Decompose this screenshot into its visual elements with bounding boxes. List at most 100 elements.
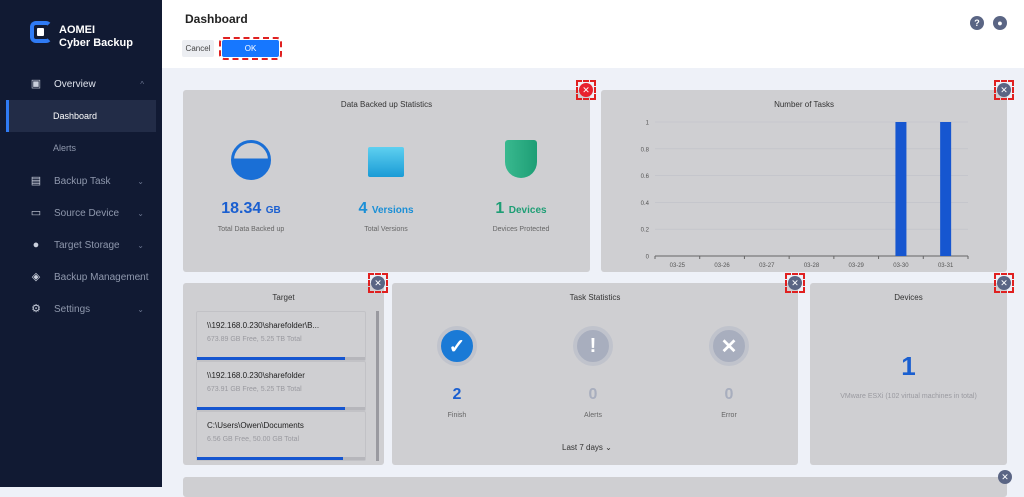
unit: GB: [265, 205, 281, 216]
target-item[interactable]: C:\Users\Owen\Documents 6.56 GB Free, 50.…: [196, 411, 366, 461]
label: Source Device: [54, 207, 120, 219]
devices-label: Devices Protected: [492, 226, 550, 233]
layers-icon: ◈: [31, 271, 41, 283]
y-tick-label: 0.4: [641, 201, 650, 207]
label: Backup Management: [54, 271, 149, 283]
monitor-icon: ▭: [30, 207, 42, 219]
range-label: Last 7 days: [562, 443, 603, 452]
sidebar-item-source-device[interactable]: ▭ Source Device ⌄: [0, 197, 162, 229]
versions-label: Total Versions: [364, 226, 408, 233]
finish-value: 2: [452, 386, 462, 403]
usage-bar: [197, 457, 365, 460]
card-title: Data Backed up Statistics: [340, 100, 433, 109]
error-value: 0: [724, 386, 734, 403]
y-tick-label: 0: [646, 255, 650, 261]
data-backed-up-card: Data Backed up Statistics 18.34 GB Total…: [183, 90, 590, 272]
y-tick-label: 1: [646, 121, 650, 127]
number-of-tasks-card: Number of Tasks 0 0.2 0.4 0.6 0.8 1 03-25 03-26…: [601, 90, 1007, 272]
x-tick-label: 03-27: [759, 263, 775, 269]
usage-fill: [197, 407, 345, 410]
sidebar-item-overview[interactable]: ▣ Overview ^: [0, 68, 162, 100]
scrollbar[interactable]: [376, 311, 379, 461]
label: Settings: [54, 303, 91, 315]
brand-line2: Cyber Backup: [59, 37, 133, 49]
user-icon[interactable]: ●: [993, 16, 1007, 30]
close-icon: ✕: [371, 276, 385, 290]
unit: Versions: [371, 205, 414, 216]
sidebar-item-settings[interactable]: ⚙ Settings ⌄: [0, 293, 162, 325]
target-card: Target \\192.168.0.230\sharefolder\B... 6…: [183, 283, 384, 465]
header: Dashboard Cancel OK ? ●: [162, 0, 1024, 68]
brand: AOMEI Cyber Backup: [59, 24, 133, 50]
logo-icon: [30, 21, 52, 43]
remove-widget-button[interactable]: ✕: [785, 273, 805, 293]
remove-widget-button[interactable]: ✕: [994, 80, 1014, 100]
close-icon[interactable]: ✕: [998, 470, 1012, 484]
sidebar-item-target-storage[interactable]: ● Target Storage ⌄: [0, 229, 162, 261]
help-icon[interactable]: ?: [970, 16, 984, 30]
chevron-down-icon: ⌄: [137, 240, 144, 250]
alerts-label: Alerts: [584, 412, 602, 419]
finish-label: Finish: [447, 412, 467, 419]
alerts-value: 0: [588, 386, 598, 403]
x-tick-label: 03-25: [670, 263, 686, 269]
versions-icon: [368, 147, 404, 177]
remove-widget-button[interactable]: ✕: [576, 80, 596, 100]
range-dropdown[interactable]: Last 7 days ⌄: [562, 443, 612, 452]
label: Backup Task: [54, 175, 111, 187]
shield-icon: [505, 140, 537, 178]
check-icon: ✓: [437, 326, 477, 366]
target-size: 673.91 GB Free, 5.25 TB Total: [207, 386, 302, 393]
bar: [940, 122, 952, 256]
tasks-bar-chart: 0 0.2 0.4 0.6 0.8 1 03-25 03-26 03-27 03-28 03-29 0…: [641, 121, 969, 269]
close-icon: ✕: [997, 83, 1011, 97]
location-pin-icon: ●: [32, 239, 40, 251]
devices-count: 1: [901, 351, 916, 381]
sidebar-item-backup-task[interactable]: ▤ Backup Task ⌄: [0, 165, 162, 197]
close-icon: ✕: [997, 276, 1011, 290]
sidebar: AOMEI Cyber Backup ▣ Overview ^ Dashboard A…: [0, 0, 162, 487]
x-tick-label: 03-29: [849, 263, 865, 269]
gear-icon: ⚙: [31, 303, 41, 315]
target-path: \\192.168.0.230\sharefolder: [207, 371, 305, 380]
clipboard-icon: ▤: [30, 175, 42, 187]
value: 18.34: [221, 200, 262, 217]
target-size: 673.89 GB Free, 5.25 TB Total: [207, 336, 302, 343]
versions-value: 4 Versions: [336, 200, 436, 218]
cancel-button[interactable]: Cancel: [182, 40, 214, 57]
x-tick-label: 03-28: [804, 263, 820, 269]
chevron-down-icon: ⌄: [137, 304, 144, 314]
remove-widget-button[interactable]: ✕: [994, 273, 1014, 293]
unit: Devices: [508, 205, 547, 216]
x-tick-label: 03-30: [893, 263, 909, 269]
target-path: \\192.168.0.230\sharefolder\B...: [207, 321, 320, 330]
sidebar-item-backup-management[interactable]: ◈ Backup Management ⌄: [0, 261, 162, 293]
target-item[interactable]: \\192.168.0.230\sharefolder\B... 673.89 G…: [196, 311, 366, 361]
target-path: C:\Users\Owen\Documents: [207, 421, 304, 430]
chevron-up-icon: ^: [140, 79, 144, 89]
devices-description: VMware ESXi (102 virtual machines in tot…: [840, 393, 977, 400]
remove-widget-button[interactable]: ✕: [368, 273, 388, 293]
bottom-card: [183, 477, 1007, 497]
chevron-down-icon: ⌄: [137, 208, 144, 218]
x-tick-label: 03-26: [714, 263, 730, 269]
ok-button[interactable]: OK: [219, 37, 282, 60]
bar: [895, 122, 907, 256]
value: 1: [495, 200, 505, 217]
alert-icon: !: [573, 326, 613, 366]
sidebar-item-alerts[interactable]: Alerts: [6, 132, 156, 164]
target-item[interactable]: \\192.168.0.230\sharefolder 673.91 GB Fre…: [196, 361, 366, 411]
x-tick-label: 03-31: [938, 263, 954, 269]
value: 4: [358, 200, 368, 217]
overview-icon: ▣: [30, 78, 42, 90]
card-title: Devices: [894, 293, 923, 302]
brand-line1: AOMEI: [59, 24, 96, 36]
chevron-down-icon: ⌄: [137, 272, 144, 282]
task-statistics-card: Task Statistics ✓ 2 Finish ! 0 Alerts ✕ …: [392, 283, 798, 465]
chevron-down-icon: ⌄: [137, 176, 144, 186]
total-data-value: 18.34 GB: [201, 200, 301, 218]
card-title: Task Statistics: [569, 293, 621, 302]
sidebar-item-dashboard[interactable]: Dashboard: [6, 100, 156, 132]
error-label: Error: [721, 412, 737, 419]
usage-bar: [197, 357, 365, 360]
